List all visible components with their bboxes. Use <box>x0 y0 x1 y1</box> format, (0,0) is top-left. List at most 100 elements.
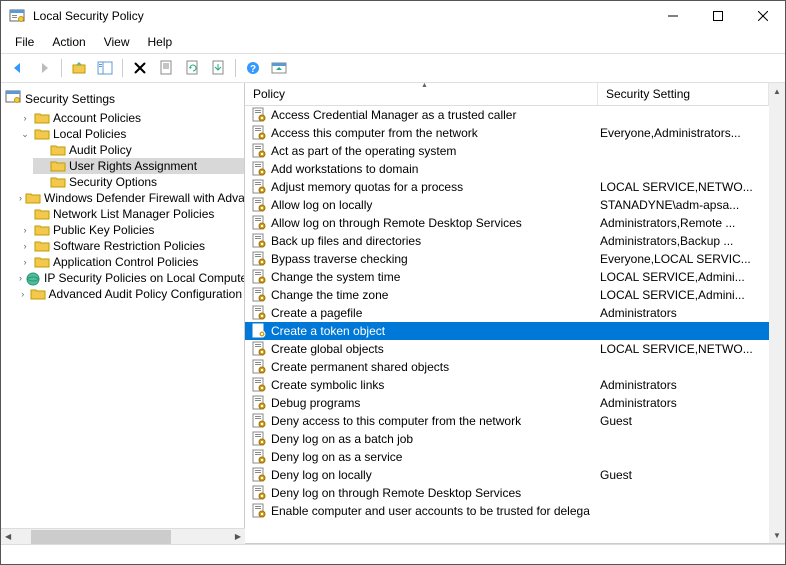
policy-row[interactable]: Adjust memory quotas for a processLOCAL … <box>245 178 769 196</box>
delete-button[interactable] <box>129 57 151 79</box>
chevron-right-icon[interactable]: › <box>19 192 22 204</box>
tree-item[interactable]: ⌄Local Policies <box>17 126 244 142</box>
up-button[interactable] <box>68 57 90 79</box>
policy-setting: LOCAL SERVICE,Admini... <box>600 288 769 302</box>
extra-button[interactable] <box>268 57 290 79</box>
column-security-setting[interactable]: Security Setting <box>598 83 769 105</box>
tree-item[interactable]: Security Options <box>33 174 244 190</box>
tree-item[interactable]: ›Application Control Policies <box>17 254 244 270</box>
properties-button[interactable] <box>155 57 177 79</box>
policy-name: Back up files and directories <box>271 234 600 248</box>
policy-setting: Administrators <box>600 378 769 392</box>
tree-item-label: Software Restriction Policies <box>53 239 205 253</box>
policy-row[interactable]: Allow log on through Remote Desktop Serv… <box>245 214 769 232</box>
policy-name: Access this computer from the network <box>271 126 600 140</box>
policy-row[interactable]: Create permanent shared objects <box>245 358 769 376</box>
policy-setting: Everyone,Administrators... <box>600 126 769 140</box>
policy-name: Deny log on as a batch job <box>271 432 600 446</box>
policy-row[interactable]: Deny log on as a batch job <box>245 430 769 448</box>
tree-item[interactable]: ›Public Key Policies <box>17 222 244 238</box>
vertical-scrollbar[interactable]: ▲ ▼ <box>769 83 785 543</box>
list-body[interactable]: Access Credential Manager as a trusted c… <box>245 106 769 543</box>
tree-horizontal-scrollbar[interactable]: ◀ ▶ <box>1 528 245 543</box>
policy-row[interactable]: Bypass traverse checkingEveryone,LOCAL S… <box>245 250 769 268</box>
policy-row[interactable]: Access this computer from the networkEve… <box>245 124 769 142</box>
policy-icon <box>251 233 267 249</box>
policy-row[interactable]: Access Credential Manager as a trusted c… <box>245 106 769 124</box>
chevron-right-icon[interactable]: › <box>19 272 22 284</box>
chevron-down-icon[interactable]: ⌄ <box>19 128 31 140</box>
policy-icon <box>251 467 267 483</box>
policy-row[interactable]: Add workstations to domain <box>245 160 769 178</box>
toolbar-separator <box>235 59 236 77</box>
policy-row[interactable]: Deny log on as a service <box>245 448 769 466</box>
policy-name: Allow log on locally <box>271 198 600 212</box>
tree-item-label: User Rights Assignment <box>69 159 197 173</box>
show-hide-tree-button[interactable] <box>94 57 116 79</box>
toolbar: ? <box>1 53 785 83</box>
maximize-button[interactable] <box>695 1 740 31</box>
policy-row[interactable]: Back up files and directoriesAdministrat… <box>245 232 769 250</box>
policy-row[interactable]: Create a token object <box>245 322 769 340</box>
policy-row[interactable]: Change the system timeLOCAL SERVICE,Admi… <box>245 268 769 286</box>
policy-row[interactable]: Debug programsAdministrators <box>245 394 769 412</box>
chevron-right-icon[interactable]: › <box>19 240 31 252</box>
policy-row[interactable]: Create symbolic linksAdministrators <box>245 376 769 394</box>
export-button[interactable] <box>207 57 229 79</box>
policy-name: Debug programs <box>271 396 600 410</box>
policy-icon <box>251 395 267 411</box>
policy-setting: Guest <box>600 414 769 428</box>
policy-icon <box>251 269 267 285</box>
tree-item[interactable]: Audit Policy <box>33 142 244 158</box>
column-policy[interactable]: Policy▲ <box>245 83 598 105</box>
policy-setting: LOCAL SERVICE,Admini... <box>600 270 769 284</box>
minimize-button[interactable] <box>650 1 695 31</box>
tree-item[interactable]: Network List Manager Policies <box>17 206 244 222</box>
policy-row[interactable]: Deny log on through Remote Desktop Servi… <box>245 484 769 502</box>
scroll-down-button[interactable]: ▼ <box>769 527 785 543</box>
menu-help[interactable]: Help <box>140 33 181 51</box>
folder-icon <box>34 207 50 221</box>
policy-name: Create global objects <box>271 342 600 356</box>
policy-row[interactable]: Deny access to this computer from the ne… <box>245 412 769 430</box>
toolbar-separator <box>122 59 123 77</box>
tree-pane[interactable]: Security Settings ›Account Policies⌄Loca… <box>1 83 245 543</box>
scroll-up-button[interactable]: ▲ <box>769 83 785 99</box>
tree-item-label: Advanced Audit Policy Configuration <box>49 287 242 301</box>
tree-item[interactable]: ›IP Security Policies on Local Compute <box>17 270 244 286</box>
tree-item[interactable]: User Rights Assignment <box>33 158 244 174</box>
menu-view[interactable]: View <box>96 33 138 51</box>
folder-icon <box>34 255 50 269</box>
policy-icon <box>251 341 267 357</box>
policy-icon <box>251 143 267 159</box>
help-button[interactable]: ? <box>242 57 264 79</box>
policy-row[interactable]: Deny log on locallyGuest <box>245 466 769 484</box>
chevron-right-icon[interactable]: › <box>19 224 31 236</box>
back-button[interactable] <box>7 57 29 79</box>
policy-row[interactable]: Allow log on locallySTANADYNE\adm-apsa..… <box>245 196 769 214</box>
policy-setting: Administrators <box>600 396 769 410</box>
tree-item[interactable]: › Software Restriction Policies <box>17 238 244 254</box>
close-button[interactable] <box>740 1 785 31</box>
chevron-right-icon[interactable]: › <box>19 288 27 300</box>
refresh-button[interactable] <box>181 57 203 79</box>
list-pane: Policy▲ Security Setting Access Credenti… <box>245 83 769 543</box>
policy-name: Enable computer and user accounts to be … <box>271 504 600 518</box>
forward-button[interactable] <box>33 57 55 79</box>
policy-row[interactable]: Create a pagefileAdministrators <box>245 304 769 322</box>
tree-root[interactable]: Security Settings <box>1 87 244 110</box>
menu-file[interactable]: File <box>7 33 42 51</box>
policy-icon <box>251 107 267 123</box>
policy-row[interactable]: Create global objectsLOCAL SERVICE,NETWO… <box>245 340 769 358</box>
menu-action[interactable]: Action <box>44 33 93 51</box>
policy-icon <box>251 125 267 141</box>
policy-name: Add workstations to domain <box>271 162 600 176</box>
tree-item[interactable]: ›Windows Defender Firewall with Adva <box>17 190 244 206</box>
chevron-right-icon[interactable]: › <box>19 112 31 124</box>
tree-item[interactable]: ›Account Policies <box>17 110 244 126</box>
policy-row[interactable]: Change the time zoneLOCAL SERVICE,Admini… <box>245 286 769 304</box>
chevron-right-icon[interactable]: › <box>19 256 31 268</box>
tree-item[interactable]: › Advanced Audit Policy Configuration <box>17 286 244 302</box>
policy-row[interactable]: Act as part of the operating system <box>245 142 769 160</box>
policy-row[interactable]: Enable computer and user accounts to be … <box>245 502 769 520</box>
